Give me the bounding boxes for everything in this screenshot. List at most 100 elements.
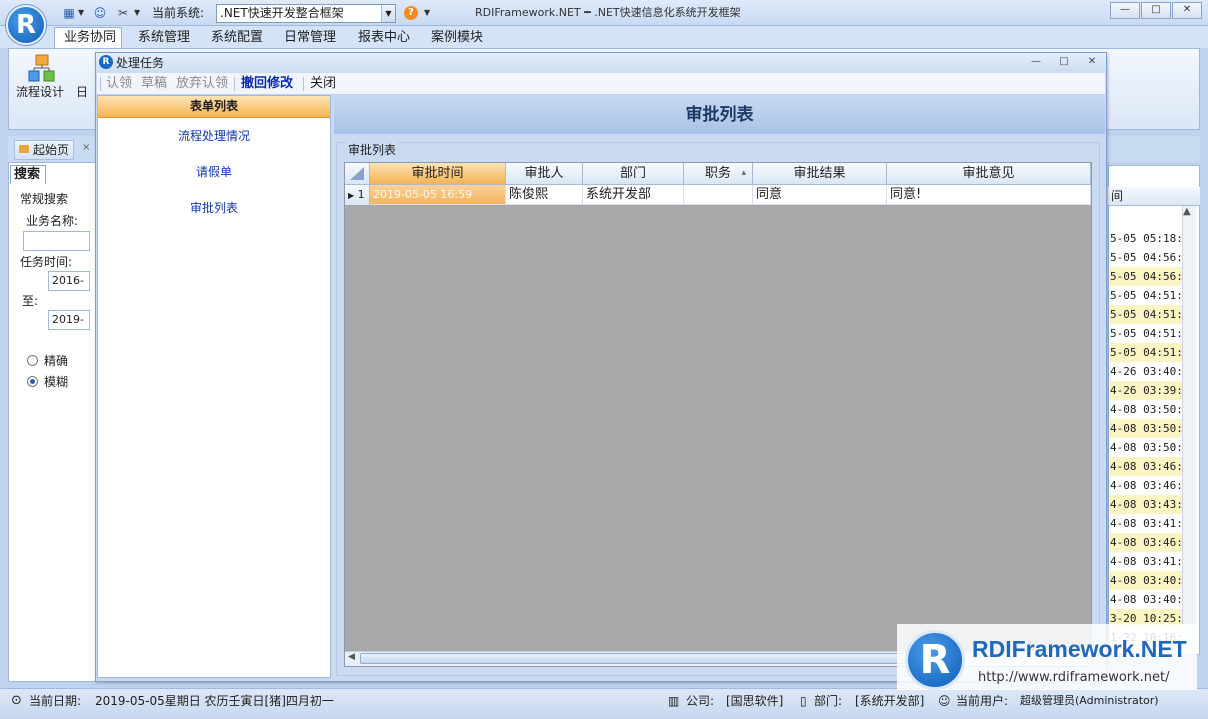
column-header-approver[interactable]: 审批人 [506, 163, 583, 185]
dialog-minimize-button[interactable]: — [1029, 56, 1043, 68]
column-header-position-label: 职务 [704, 166, 731, 181]
task-time-cell[interactable]: 4-08 03:41: [1110, 552, 1182, 571]
company-label: 公司: [686, 694, 715, 708]
menu-system-management[interactable]: 系统管理 [132, 29, 196, 47]
revoke-modify-button[interactable]: 撤回修改 [241, 76, 293, 92]
task-time-cell[interactable]: 5-05 04:51: [1110, 305, 1182, 324]
close-dialog-button[interactable]: 关闭 [310, 76, 336, 92]
column-header-department[interactable]: 部门 [583, 163, 684, 185]
dialog-maximize-button[interactable]: □ [1057, 56, 1071, 68]
task-time-cell[interactable]: 4-08 03:43: [1110, 495, 1182, 514]
scrollbar-thumb[interactable] [360, 653, 920, 664]
department-label: 部门: [814, 694, 843, 708]
watermark-title: RDIFramework.NET [972, 636, 1187, 662]
current-system-value: .NET快速开发整合框架 [220, 6, 344, 20]
radio-fuzzy[interactable] [27, 376, 38, 387]
scroll-up-icon[interactable]: ▲ [1183, 206, 1191, 217]
approval-list-title: 审批列表 [685, 105, 754, 125]
task-time-cell[interactable]: 4-08 03:50: [1110, 400, 1182, 419]
column-header-opinion[interactable]: 审批意见 [887, 163, 1091, 185]
cell-position[interactable] [684, 185, 753, 205]
date-from-input[interactable]: 2016-0 [48, 271, 90, 291]
help-icon[interactable]: ? [404, 6, 418, 20]
cell-result[interactable]: 同意 [753, 185, 887, 205]
tab-search[interactable]: 搜索 [10, 165, 46, 184]
task-time-cell[interactable]: 4-08 03:46: [1110, 476, 1182, 495]
task-time-cell[interactable]: 5-05 04:51: [1110, 343, 1182, 362]
task-time-cell[interactable]: 4-26 03:39: [1110, 381, 1182, 400]
window-title: RDIFramework.NET ━ .NET快速信息化系统开发框架 [475, 6, 741, 19]
radio-exact[interactable] [27, 355, 38, 366]
row-indicator[interactable]: ▶ 1 [345, 185, 370, 205]
sort-icon: ▴ [741, 168, 746, 178]
toolbar-separator [303, 77, 304, 91]
task-time-cell[interactable]: 4-08 03:46: [1110, 533, 1182, 552]
form-link-process-status[interactable]: 流程处理情况 [98, 128, 330, 144]
task-time-cell[interactable]: 4-08 03:41: [1110, 514, 1182, 533]
ribbon-workflow-design[interactable]: 流程设计 [16, 84, 64, 100]
task-time-cell[interactable]: 5-05 04:51: [1110, 324, 1182, 343]
column-header-result[interactable]: 审批结果 [753, 163, 887, 185]
app-logo-icon[interactable]: R [6, 5, 46, 45]
cell-approver[interactable]: 陈俊熙 [506, 185, 583, 205]
dialog-title: 处理任务 [116, 56, 165, 70]
draft-button[interactable]: 草稿 [141, 76, 167, 92]
chevron-down-icon[interactable]: ▼ [381, 5, 395, 22]
tab-close-icon[interactable]: × [82, 142, 90, 153]
tools-icon[interactable]: ✂ [116, 6, 130, 20]
radio-fuzzy-label: 模糊 [44, 375, 69, 389]
task-time-cell[interactable]: 4-08 03:46: [1110, 457, 1182, 476]
chevron-down-icon[interactable]: ▼ [134, 6, 140, 20]
cell-opinion[interactable]: 同意! [887, 185, 1091, 205]
business-name-input[interactable] [23, 231, 90, 251]
menu-case-module[interactable]: 案例模块 [425, 29, 489, 47]
toolbar-separator [234, 77, 235, 91]
close-button[interactable]: ✕ [1172, 2, 1202, 19]
date-to-input[interactable]: 2019-0 [48, 310, 90, 330]
ribbon-item-truncated[interactable]: 日 [76, 84, 88, 100]
form-link-leave-request[interactable]: 请假单 [98, 164, 330, 180]
menu-business-collab[interactable]: 业务协同 [58, 29, 122, 47]
task-time-cell[interactable]: 4-08 03:50: [1110, 438, 1182, 457]
form-link-approval-list[interactable]: 审批列表 [98, 200, 330, 216]
user-icon: ☺ [938, 694, 951, 708]
cell-approval-time[interactable]: 2019-05-05 16:59 [370, 185, 506, 205]
approval-grid [344, 162, 1092, 667]
task-list-scrollbar[interactable] [1182, 206, 1196, 646]
org-chart-icon[interactable]: ▦ [62, 6, 76, 20]
claim-button[interactable]: 认领 [106, 76, 132, 92]
dialog-close-button[interactable]: ✕ [1085, 56, 1099, 68]
tab-start-page[interactable]: 起始页 [14, 140, 75, 160]
workflow-design-icon[interactable] [28, 54, 56, 84]
cell-department[interactable]: 系统开发部 [583, 185, 684, 205]
minimize-button[interactable]: — [1110, 2, 1140, 19]
task-time-column-header[interactable]: 间 [1108, 187, 1200, 206]
dialog-title-bar [96, 53, 1106, 73]
task-time-cell[interactable]: 4-08 03:40: [1110, 590, 1182, 609]
menu-report-center[interactable]: 报表中心 [352, 29, 416, 47]
menu-daily-management[interactable]: 日常管理 [278, 29, 342, 47]
company-icon: ▥ [668, 694, 680, 708]
task-time-cell[interactable]: 5-05 04:56: [1110, 267, 1182, 286]
task-time-cell[interactable]: 4-26 03:40: [1110, 362, 1182, 381]
toolbar-separator [100, 77, 101, 91]
chevron-down-icon[interactable]: ▼ [78, 6, 84, 20]
abandon-claim-button[interactable]: 放弃认领 [176, 76, 228, 92]
grid-select-all[interactable] [345, 163, 370, 185]
task-time-cell[interactable]: 4-08 03:50: [1110, 419, 1182, 438]
department-value: [系统开发部] [855, 694, 925, 708]
menu-system-config[interactable]: 系统配置 [205, 29, 269, 47]
column-header-approval-time[interactable]: 审批时间 [370, 163, 506, 185]
current-user-value: 超级管理员(Administrator) [1020, 694, 1159, 707]
task-time-cell[interactable]: 5-05 04:56: [1110, 248, 1182, 267]
column-header-position[interactable]: 职务 ▴ [684, 163, 753, 185]
task-time-cell[interactable]: 5-05 04:51: [1110, 286, 1182, 305]
task-time-cell[interactable]: 5-05 05:18: [1110, 229, 1182, 248]
scroll-left-icon[interactable]: ◀ [348, 652, 355, 662]
chevron-down-icon[interactable]: ▼ [424, 6, 430, 20]
to-label: 至: [22, 294, 39, 308]
users-icon[interactable]: ☺ [93, 6, 107, 20]
task-time-cell[interactable]: 4-08 03:40: [1110, 571, 1182, 590]
current-system-select[interactable]: .NET快速开发整合框架 ▼ [216, 4, 396, 23]
maximize-button[interactable]: □ [1141, 2, 1171, 19]
